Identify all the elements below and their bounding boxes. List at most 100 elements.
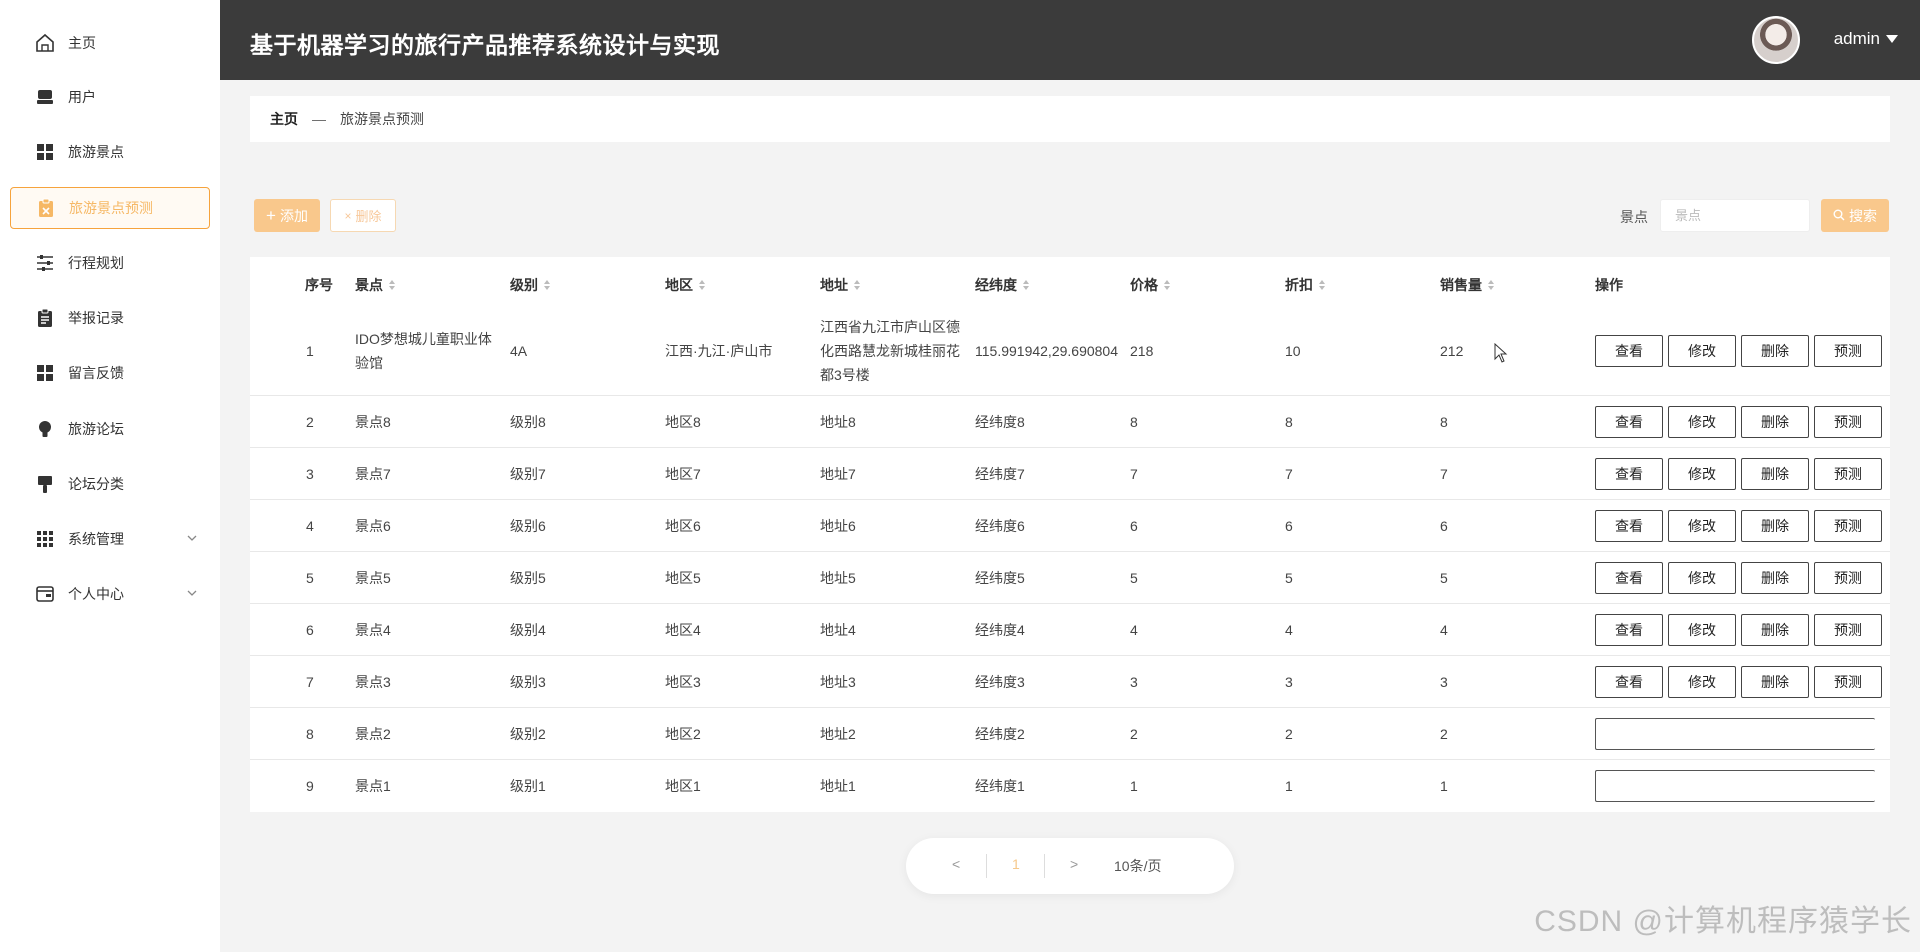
search-button[interactable]: 搜索 <box>1821 199 1889 232</box>
predict-button[interactable]: 预测 <box>1814 614 1882 646</box>
sidebar-item-reports[interactable]: 举报记录 <box>10 297 210 339</box>
sidebar-item-users[interactable]: 用户 <box>10 76 210 118</box>
search-input[interactable] <box>1660 199 1810 232</box>
cell-price: 1 <box>1130 778 1138 794</box>
breadcrumb-current: 旅游景点预测 <box>340 111 424 127</box>
sort-icon[interactable] <box>1488 280 1494 290</box>
edit-button[interactable]: 修改 <box>1668 458 1736 490</box>
delete-button-label: 删除 <box>355 209 382 224</box>
predict-button[interactable]: 预测 <box>1814 406 1882 438</box>
search-label: 景点 <box>1620 209 1648 225</box>
delete-row-button[interactable]: 删除 <box>1741 458 1809 490</box>
sort-icon[interactable] <box>699 280 705 290</box>
add-button[interactable]: + 添加 <box>254 199 320 232</box>
sort-icon[interactable] <box>1164 280 1170 290</box>
view-button[interactable]: 查看 <box>1595 562 1663 594</box>
cell-no: 9 <box>306 778 314 794</box>
column-header[interactable]: 级别 <box>510 275 550 295</box>
delete-row-button[interactable]: 删除 <box>1741 406 1809 438</box>
user-name[interactable]: admin <box>1834 29 1880 49</box>
sort-icon[interactable] <box>854 280 860 290</box>
mouse-cursor-icon <box>1494 343 1508 363</box>
edit-button[interactable]: 修改 <box>1668 335 1736 367</box>
table-row: 6 景点4 级别4 地区4 地址4 经纬度4 4 4 4 查看 修改 删除 预测 <box>250 604 1890 656</box>
action-buttons-obscured[interactable] <box>1595 770 1875 802</box>
delete-row-button[interactable]: 删除 <box>1741 562 1809 594</box>
cell-coords: 经纬度8 <box>975 414 1025 430</box>
delete-row-button[interactable]: 删除 <box>1741 510 1809 542</box>
delete-row-button[interactable]: 删除 <box>1741 335 1809 367</box>
predict-button[interactable]: 预测 <box>1814 335 1882 367</box>
sort-icon[interactable] <box>389 280 395 290</box>
cell-address: 地址8 <box>820 414 856 430</box>
breadcrumb-home[interactable]: 主页 <box>270 109 298 129</box>
table-row: 7 景点3 级别3 地区3 地址3 经纬度3 3 3 3 查看 修改 删除 预测 <box>250 656 1890 708</box>
sidebar-item-profile[interactable]: 个人中心 <box>10 573 210 615</box>
column-header[interactable]: 价格 <box>1130 275 1170 295</box>
cell-address: 地址3 <box>820 674 856 690</box>
search-icon <box>1833 208 1845 224</box>
edit-button[interactable]: 修改 <box>1668 406 1736 438</box>
edit-button[interactable]: 修改 <box>1668 562 1736 594</box>
sidebar-item-prediction[interactable]: 旅游景点预测 <box>10 187 210 229</box>
card-icon <box>34 583 56 605</box>
predict-button[interactable]: 预测 <box>1814 458 1882 490</box>
column-header[interactable]: 地址 <box>820 275 860 295</box>
sliders-icon <box>34 252 56 274</box>
column-header[interactable]: 折扣 <box>1285 275 1325 295</box>
cell-discount: 1 <box>1285 778 1293 794</box>
cell-sales: 5 <box>1440 570 1448 586</box>
cell-no: 1 <box>306 343 314 359</box>
view-button[interactable]: 查看 <box>1595 666 1663 698</box>
cell-discount: 3 <box>1285 674 1293 690</box>
view-button[interactable]: 查看 <box>1595 458 1663 490</box>
search-button-label: 搜索 <box>1849 207 1877 224</box>
sort-icon[interactable] <box>1319 280 1325 290</box>
sidebar-item-forum[interactable]: 旅游论坛 <box>10 408 210 450</box>
cell-name: 景点3 <box>355 674 391 690</box>
column-header[interactable]: 地区 <box>665 275 705 295</box>
sidebar-item-attractions[interactable]: 旅游景点 <box>10 131 210 173</box>
cell-address: 江西省九江市庐山区德化西路慧龙新城桂丽花都3号楼 <box>820 319 960 383</box>
sidebar-item-system[interactable]: 系统管理 <box>10 518 210 560</box>
cell-no: 7 <box>306 674 314 690</box>
predict-button[interactable]: 预测 <box>1814 666 1882 698</box>
column-header[interactable]: 销售量 <box>1440 275 1494 295</box>
cell-price: 3 <box>1130 674 1138 690</box>
page-size-select[interactable]: 10条/页 <box>1114 856 1161 876</box>
predict-button[interactable]: 预测 <box>1814 562 1882 594</box>
table-row: 4 景点6 级别6 地区6 地址6 经纬度6 6 6 6 查看 修改 删除 预测 <box>250 500 1890 552</box>
predict-button[interactable]: 预测 <box>1814 510 1882 542</box>
sort-icon[interactable] <box>544 280 550 290</box>
cell-region: 地区2 <box>665 726 701 742</box>
edit-button[interactable]: 修改 <box>1668 510 1736 542</box>
page-number[interactable]: 1 <box>1012 856 1020 872</box>
prev-page-button[interactable]: < <box>952 856 960 872</box>
column-header[interactable]: 经纬度 <box>975 275 1029 295</box>
caret-down-icon[interactable] <box>1886 35 1898 43</box>
sidebar-item-itinerary[interactable]: 行程规划 <box>10 242 210 284</box>
next-page-button[interactable]: > <box>1070 856 1078 872</box>
delete-button[interactable]: × 删除 <box>330 199 396 232</box>
delete-row-button[interactable]: 删除 <box>1741 666 1809 698</box>
edit-button[interactable]: 修改 <box>1668 614 1736 646</box>
cell-price: 8 <box>1130 414 1138 430</box>
cell-sales: 3 <box>1440 674 1448 690</box>
cell-sales: 7 <box>1440 466 1448 482</box>
avatar[interactable] <box>1752 16 1800 64</box>
cell-discount: 2 <box>1285 726 1293 742</box>
sidebar-item-forum-category[interactable]: 论坛分类 <box>10 463 210 505</box>
sidebar-item-feedback[interactable]: 留言反馈 <box>10 352 210 394</box>
sidebar-item-home[interactable]: 主页 <box>10 22 210 64</box>
edit-button[interactable]: 修改 <box>1668 666 1736 698</box>
delete-row-button[interactable]: 删除 <box>1741 614 1809 646</box>
action-buttons-obscured[interactable] <box>1595 718 1875 750</box>
brush-icon <box>34 473 56 495</box>
sort-icon[interactable] <box>1023 280 1029 290</box>
sidebar-item-label: 旅游景点 <box>68 144 124 160</box>
view-button[interactable]: 查看 <box>1595 510 1663 542</box>
column-header[interactable]: 景点 <box>355 275 395 295</box>
view-button[interactable]: 查看 <box>1595 406 1663 438</box>
view-button[interactable]: 查看 <box>1595 614 1663 646</box>
view-button[interactable]: 查看 <box>1595 335 1663 367</box>
